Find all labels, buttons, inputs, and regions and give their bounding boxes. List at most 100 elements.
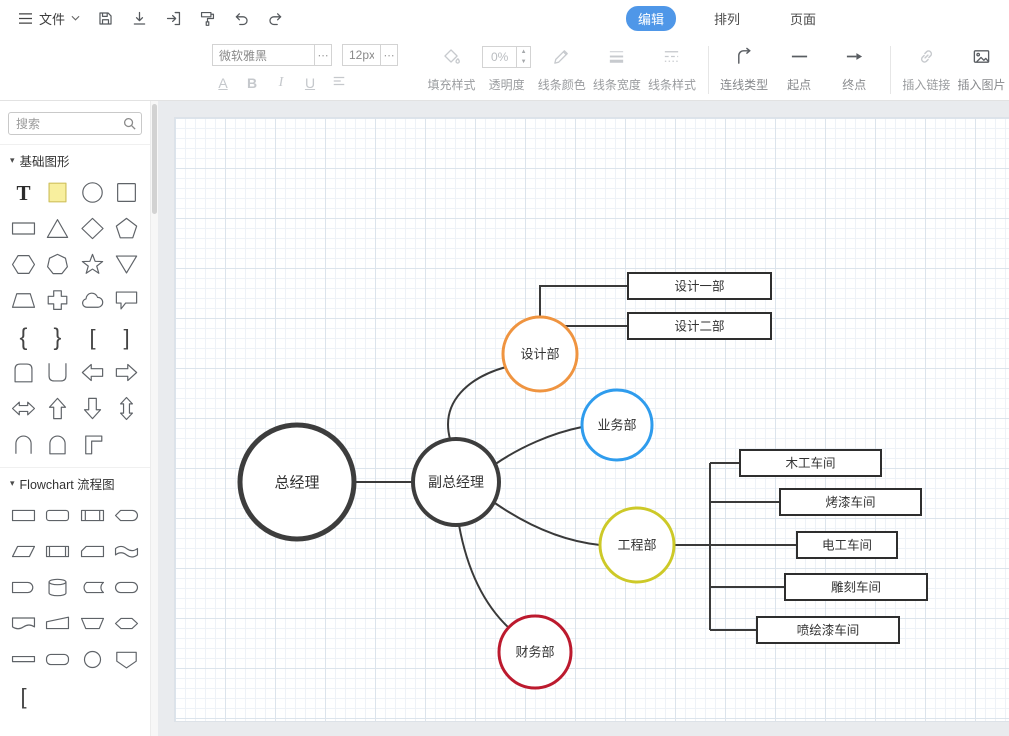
node-paint-shop[interactable]: 烤漆车间 — [780, 489, 921, 515]
insert-image-button[interactable]: 插入图片 — [954, 44, 1009, 93]
shape-manual-input[interactable] — [41, 607, 76, 640]
font-color-button[interactable]: A — [214, 75, 232, 91]
align-button[interactable] — [330, 74, 348, 91]
edge-deputy-general-manager-business-dept[interactable] — [494, 427, 582, 465]
underline-button[interactable]: U — [301, 75, 319, 91]
end-point-button[interactable]: 终点 — [827, 44, 882, 93]
shape-arrow-down[interactable] — [75, 392, 110, 425]
node-finance-dept[interactable]: 财务部 — [499, 616, 571, 688]
shape-bracket-partial[interactable]: [ — [6, 679, 41, 712]
node-design-div-1[interactable]: 设计一部 — [628, 273, 771, 299]
redo-button[interactable] — [258, 4, 292, 32]
node-woodwork-shop[interactable]: 木工车间 — [740, 450, 881, 476]
shape-delay[interactable] — [6, 571, 41, 604]
line-style-button[interactable]: 线条样式 — [644, 44, 699, 93]
connector-type-button[interactable]: 连线类型 — [717, 44, 772, 93]
shape-manual-operation[interactable] — [75, 607, 110, 640]
shape-note[interactable] — [41, 176, 76, 209]
stepper-up-icon[interactable]: ▲ — [517, 47, 530, 57]
shape-card-cut[interactable] — [75, 535, 110, 568]
shape-angle-bracket[interactable] — [75, 428, 110, 461]
edge-deputy-general-manager-finance-dept[interactable] — [459, 525, 510, 629]
shape-arrow-up-down[interactable] — [110, 392, 145, 425]
shape-process[interactable] — [6, 499, 41, 532]
tab-page[interactable]: 页面 — [778, 6, 828, 31]
italic-button[interactable]: I — [272, 75, 290, 91]
node-engineering-dept[interactable]: 工程部 — [600, 508, 674, 582]
edge-deputy-general-manager-engineering-dept[interactable] — [492, 501, 600, 545]
shape-arrow-right[interactable] — [110, 356, 145, 389]
opacity-input[interactable] — [483, 47, 516, 67]
search-icon[interactable] — [122, 116, 137, 131]
shape-bracket-right[interactable]: ] — [110, 320, 145, 353]
font-family-input[interactable] — [212, 44, 314, 66]
shape-tape[interactable] — [110, 535, 145, 568]
shape-predefined-process[interactable] — [41, 535, 76, 568]
line-color-button[interactable]: 线条颜色 — [534, 44, 589, 93]
shape-data[interactable] — [6, 535, 41, 568]
undo-button[interactable] — [224, 4, 258, 32]
shape-brace-left[interactable]: { — [6, 320, 41, 353]
shape-arch[interactable] — [6, 428, 41, 461]
shape-arrow-left[interactable] — [75, 356, 110, 389]
node-spray-paint-shop[interactable]: 喷绘漆车间 — [757, 617, 899, 643]
shape-diamond[interactable] — [75, 212, 110, 245]
stepper-down-icon[interactable]: ▼ — [517, 57, 530, 67]
bold-button[interactable]: B — [243, 75, 261, 91]
shape-connector[interactable] — [75, 643, 110, 676]
node-deputy-general-manager[interactable]: 副总经理 — [413, 439, 499, 525]
shape-callout[interactable] — [110, 284, 145, 317]
edge-deputy-general-manager-design-dept[interactable] — [448, 367, 506, 439]
insert-link-button[interactable]: 插入链接 — [899, 44, 954, 93]
shape-triangle-down[interactable] — [110, 248, 145, 281]
opacity-control[interactable]: ▲ ▼ 透明度 — [479, 44, 534, 93]
file-menu-button[interactable]: 文件 — [10, 5, 88, 32]
shape-cloud[interactable] — [75, 284, 110, 317]
shape-hexagon[interactable] — [6, 248, 41, 281]
shape-arch-closed[interactable] — [41, 428, 76, 461]
shape-rounded-rect[interactable] — [41, 643, 76, 676]
node-design-dept[interactable]: 设计部 — [503, 317, 577, 391]
scrollbar-thumb[interactable] — [152, 104, 157, 214]
node-carving-shop[interactable]: 雕刻车间 — [785, 574, 927, 600]
download-button[interactable] — [122, 4, 156, 32]
shape-circle[interactable] — [75, 176, 110, 209]
more-options-icon[interactable]: ⋯ — [380, 44, 398, 66]
edge-engineering-dept-workshops-trunk[interactable] — [674, 463, 710, 630]
shape-u-shape[interactable] — [41, 356, 76, 389]
shape-arrow-up[interactable] — [41, 392, 76, 425]
edge-design-dept-design-div-1[interactable] — [540, 286, 628, 317]
tab-edit[interactable]: 编辑 — [626, 6, 676, 31]
shape-brace-right[interactable]: } — [41, 320, 76, 353]
shape-subroutine[interactable] — [75, 499, 110, 532]
save-button[interactable] — [88, 4, 122, 32]
section-header-basic[interactable]: ▾基础图形 — [0, 144, 150, 174]
shape-trapezoid[interactable] — [6, 284, 41, 317]
shape-off-page[interactable] — [110, 643, 145, 676]
shape-document[interactable] — [6, 607, 41, 640]
format-painter-button[interactable] — [190, 4, 224, 32]
shape-triangle[interactable] — [41, 212, 76, 245]
shape-preparation[interactable] — [110, 607, 145, 640]
shape-stored-data[interactable] — [75, 571, 110, 604]
fill-style-button[interactable]: 填充样式 — [424, 44, 479, 93]
shape-terminator[interactable] — [110, 571, 145, 604]
shape-display[interactable] — [110, 499, 145, 532]
font-size-input[interactable] — [342, 44, 380, 66]
shape-square[interactable] — [110, 176, 145, 209]
shape-pentagon[interactable] — [110, 212, 145, 245]
export-button[interactable] — [156, 4, 190, 32]
more-options-icon[interactable]: ⋯ — [314, 44, 332, 66]
shape-rounded-process[interactable] — [41, 499, 76, 532]
shape-bracket-left[interactable]: [ — [75, 320, 110, 353]
node-design-div-2[interactable]: 设计二部 — [628, 313, 771, 339]
sidebar-scrollbar[interactable] — [150, 101, 158, 736]
shape-database[interactable] — [41, 571, 76, 604]
line-width-button[interactable]: 线条宽度 — [589, 44, 644, 93]
shape-text[interactable]: T — [6, 176, 41, 209]
node-electric-shop[interactable]: 电工车间 — [797, 532, 897, 558]
start-point-button[interactable]: 起点 — [772, 44, 827, 93]
shape-card[interactable] — [6, 356, 41, 389]
node-general-manager[interactable]: 总经理 — [240, 425, 354, 539]
shape-arrow-left-right[interactable] — [6, 392, 41, 425]
